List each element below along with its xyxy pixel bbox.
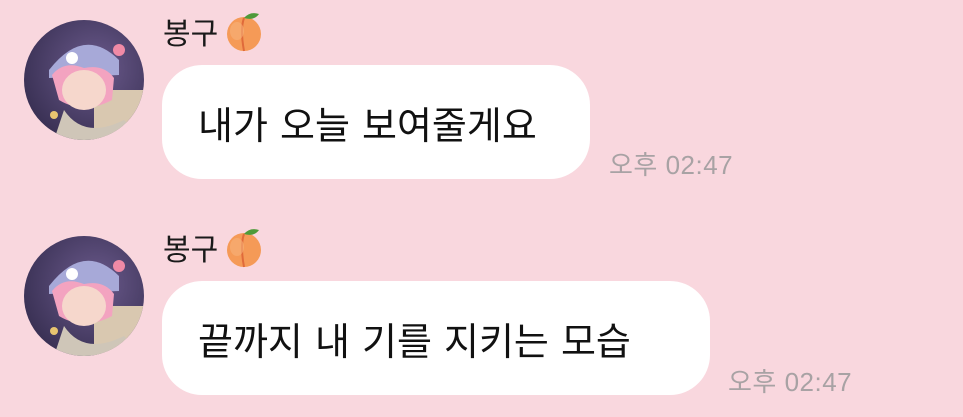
- message-bubble[interactable]: 내가 오늘 보여줄게요: [162, 65, 590, 179]
- message-text: 내가 오늘 보여줄게요: [198, 103, 537, 148]
- message-timestamp: 오후 02:47: [728, 367, 853, 397]
- sender-label: 봉구: [163, 233, 219, 268]
- peach-icon: [222, 9, 266, 53]
- sender-name: 봉구: [163, 10, 266, 52]
- avatar[interactable]: [24, 236, 144, 356]
- message-bubble[interactable]: 끝까지 내 기를 지키는 모습: [162, 281, 710, 395]
- message-text: 끝까지 내 기를 지키는 모습: [198, 319, 631, 364]
- avatar[interactable]: [24, 20, 144, 140]
- sender-label: 봉구: [163, 17, 219, 52]
- sender-name: 봉구: [163, 226, 266, 268]
- peach-icon: [222, 225, 266, 269]
- message-timestamp: 오후 02:47: [609, 150, 734, 180]
